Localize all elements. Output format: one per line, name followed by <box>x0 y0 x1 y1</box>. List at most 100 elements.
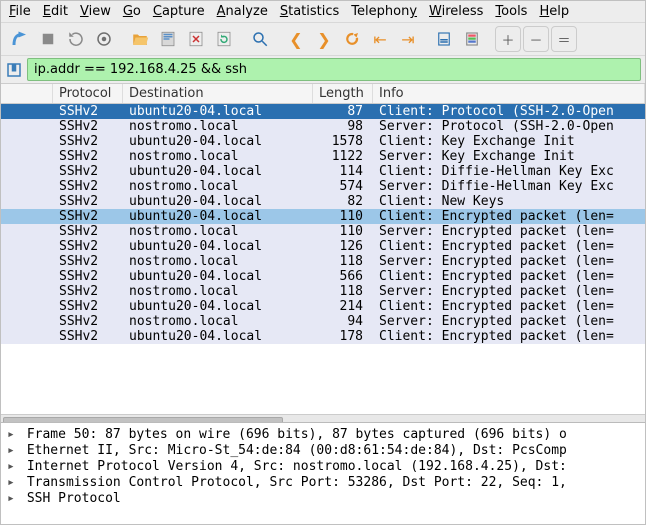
save-file-button[interactable] <box>155 26 181 52</box>
cell-protocol: SSHv2 <box>53 149 123 164</box>
cell-length: 566 <box>313 269 373 284</box>
cell-info: Server: Encrypted packet (len= <box>373 284 645 299</box>
table-row[interactable]: SSHv2ubuntu20-04.local110Client: Encrypt… <box>1 209 645 224</box>
expand-icon[interactable]: ▸ <box>7 491 19 506</box>
detail-row[interactable]: ▸ Ethernet II, Src: Micro-St_54:de:84 (0… <box>7 443 639 459</box>
cell-destination: ubuntu20-04.local <box>123 194 313 209</box>
table-row[interactable]: SSHv2ubuntu20-04.local214Client: Encrypt… <box>1 299 645 314</box>
colorize-button[interactable] <box>459 26 485 52</box>
table-row[interactable]: SSHv2nostromo.local118Server: Encrypted … <box>1 254 645 269</box>
capture-options-button[interactable] <box>91 26 117 52</box>
jump-to-button[interactable] <box>339 26 365 52</box>
menu-go[interactable]: Go <box>123 4 141 19</box>
cell-info: Server: Encrypted packet (len= <box>373 224 645 239</box>
table-row[interactable]: SSHv2nostromo.local110Server: Encrypted … <box>1 224 645 239</box>
go-forward-button[interactable]: ❯ <box>311 26 337 52</box>
table-row[interactable]: SSHv2nostromo.local98Server: Protocol (S… <box>1 119 645 134</box>
expand-icon[interactable]: ▸ <box>7 475 19 490</box>
go-first-button[interactable]: ⇤ <box>367 26 393 52</box>
cell-length: 87 <box>313 104 373 119</box>
cell-info: Client: Diffie-Hellman Key Exc <box>373 164 645 179</box>
cell-info: Client: Protocol (SSH-2.0-Open <box>373 104 645 119</box>
cell-destination: ubuntu20-04.local <box>123 269 313 284</box>
table-row[interactable]: SSHv2ubuntu20-04.local114Client: Diffie-… <box>1 164 645 179</box>
table-row[interactable]: SSHv2nostromo.local118Server: Encrypted … <box>1 284 645 299</box>
go-back-button[interactable]: ❮ <box>283 26 309 52</box>
menu-wireless[interactable]: Wireless <box>429 4 483 19</box>
table-row[interactable]: SSHv2ubuntu20-04.local126Client: Encrypt… <box>1 239 645 254</box>
cell-info: Client: Encrypted packet (len= <box>373 299 645 314</box>
find-packet-button[interactable] <box>247 26 273 52</box>
stop-capture-button[interactable] <box>35 26 61 52</box>
autoscroll-button[interactable] <box>431 26 457 52</box>
expand-icon[interactable]: ▸ <box>7 459 19 474</box>
close-file-button[interactable] <box>183 26 209 52</box>
display-filter-input[interactable] <box>27 58 641 81</box>
detail-row[interactable]: ▸ Frame 50: 87 bytes on wire (696 bits),… <box>7 427 639 443</box>
cell-destination: nostromo.local <box>123 224 313 239</box>
cell-info: Client: Encrypted packet (len= <box>373 209 645 224</box>
filter-bar <box>1 56 645 84</box>
cell-protocol: SSHv2 <box>53 224 123 239</box>
table-row[interactable]: SSHv2ubuntu20-04.local82Client: New Keys <box>1 194 645 209</box>
cell-protocol: SSHv2 <box>53 119 123 134</box>
column-destination[interactable]: Destination <box>123 84 313 103</box>
cell-length: 98 <box>313 119 373 134</box>
cell-destination: nostromo.local <box>123 119 313 134</box>
cell-protocol: SSHv2 <box>53 254 123 269</box>
cell-length: 214 <box>313 299 373 314</box>
expand-icon[interactable]: ▸ <box>7 443 19 458</box>
table-row[interactable]: SSHv2ubuntu20-04.local178Client: Encrypt… <box>1 329 645 344</box>
cell-length: 114 <box>313 164 373 179</box>
cell-length: 94 <box>313 314 373 329</box>
detail-row[interactable]: ▸ Transmission Control Protocol, Src Por… <box>7 475 639 491</box>
detail-text: SSH Protocol <box>19 491 121 506</box>
table-row[interactable]: SSHv2nostromo.local1122Server: Key Excha… <box>1 149 645 164</box>
open-file-button[interactable] <box>127 26 153 52</box>
column-protocol[interactable]: Protocol <box>53 84 123 103</box>
start-capture-button[interactable] <box>7 26 33 52</box>
column-info[interactable]: Info <box>373 84 645 103</box>
menu-capture[interactable]: Capture <box>153 4 205 19</box>
zoom-out-button[interactable]: － <box>523 26 549 52</box>
column-lead[interactable] <box>1 84 53 103</box>
detail-text: Ethernet II, Src: Micro-St_54:de:84 (00:… <box>19 443 567 458</box>
cell-info: Client: Encrypted packet (len= <box>373 239 645 254</box>
reload-file-button[interactable] <box>211 26 237 52</box>
cell-protocol: SSHv2 <box>53 329 123 344</box>
cell-length: 118 <box>313 254 373 269</box>
bookmark-filter-icon[interactable] <box>5 61 23 79</box>
column-length[interactable]: Length <box>313 84 373 103</box>
table-row[interactable]: SSHv2nostromo.local94Server: Encrypted p… <box>1 314 645 329</box>
expand-icon[interactable]: ▸ <box>7 427 19 442</box>
menu-tools[interactable]: Tools <box>495 4 527 19</box>
restart-capture-button[interactable] <box>63 26 89 52</box>
menu-view[interactable]: View <box>80 4 111 19</box>
horizontal-scrollbar[interactable] <box>1 414 645 422</box>
packet-list-body[interactable]: SSHv2ubuntu20-04.local87Client: Protocol… <box>1 104 645 414</box>
cell-length: 1122 <box>313 149 373 164</box>
cell-info: Server: Encrypted packet (len= <box>373 314 645 329</box>
cell-destination: nostromo.local <box>123 284 313 299</box>
menu-help[interactable]: Help <box>539 4 569 19</box>
cell-destination: ubuntu20-04.local <box>123 104 313 119</box>
zoom-reset-button[interactable]: ＝ <box>551 26 577 52</box>
cell-protocol: SSHv2 <box>53 284 123 299</box>
menu-edit[interactable]: Edit <box>43 4 68 19</box>
go-last-button[interactable]: ⇥ <box>395 26 421 52</box>
menu-file[interactable]: File <box>9 4 31 19</box>
cell-length: 118 <box>313 284 373 299</box>
menu-analyze[interactable]: Analyze <box>217 4 268 19</box>
table-row[interactable]: SSHv2ubuntu20-04.local1578Client: Key Ex… <box>1 134 645 149</box>
table-row[interactable]: SSHv2ubuntu20-04.local87Client: Protocol… <box>1 104 645 119</box>
detail-text: Transmission Control Protocol, Src Port:… <box>19 475 567 490</box>
detail-row[interactable]: ▸ SSH Protocol <box>7 491 639 507</box>
detail-row[interactable]: ▸ Internet Protocol Version 4, Src: nost… <box>7 459 639 475</box>
zoom-in-button[interactable]: ＋ <box>495 26 521 52</box>
packet-details-pane[interactable]: ▸ Frame 50: 87 bytes on wire (696 bits),… <box>1 422 645 524</box>
menu-statistics[interactable]: Statistics <box>280 4 339 19</box>
table-row[interactable]: SSHv2nostromo.local574Server: Diffie-Hel… <box>1 179 645 194</box>
menu-telephony[interactable]: Telephony <box>351 4 417 19</box>
cell-protocol: SSHv2 <box>53 299 123 314</box>
table-row[interactable]: SSHv2ubuntu20-04.local566Client: Encrypt… <box>1 269 645 284</box>
